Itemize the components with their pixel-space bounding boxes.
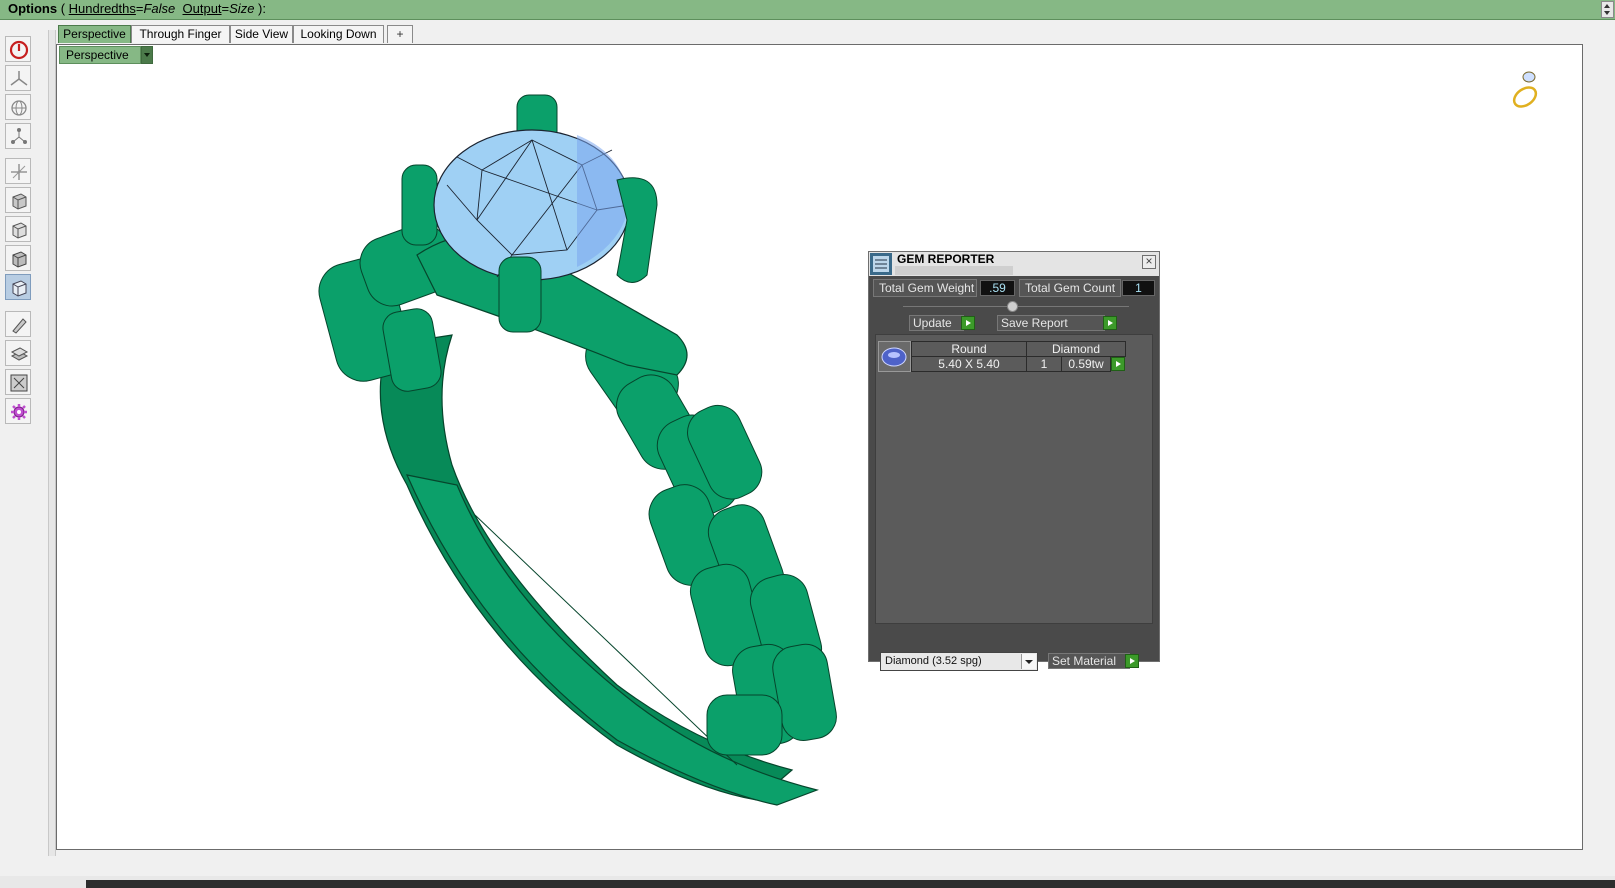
gem-reporter-panel: GEM REPORTER × Total Gem Weight .59 Tota… xyxy=(868,251,1160,671)
save-report-button[interactable]: Save Report xyxy=(997,315,1105,331)
command-name: Options xyxy=(8,1,58,16)
gear-plugin-button[interactable] xyxy=(5,398,31,424)
gem-size-cell: 5.40 X 5.40 xyxy=(911,356,1027,372)
frame-button[interactable] xyxy=(5,369,31,395)
status-bar-strip xyxy=(86,880,1615,888)
globe-icon xyxy=(11,100,27,116)
cube-render-button[interactable] xyxy=(5,245,31,271)
report-icon xyxy=(870,253,892,275)
splitter-knob[interactable] xyxy=(1007,301,1018,312)
command-bar[interactable]: Options ( Hundredths=False Output=Size )… xyxy=(0,0,1615,20)
set-material-go-button[interactable] xyxy=(1125,654,1139,668)
gem-material-cell: Diamond xyxy=(1026,341,1126,357)
layers-icon xyxy=(10,347,29,361)
move-axes-icon xyxy=(11,164,27,180)
viewport-dropdown[interactable] xyxy=(141,46,153,64)
chevron-down-icon xyxy=(1025,660,1033,664)
play-icon xyxy=(966,320,971,326)
gem-reporter-titlebar[interactable]: GEM REPORTER × xyxy=(869,252,1159,276)
ring-model[interactable] xyxy=(57,45,1582,849)
status-bar xyxy=(0,876,1615,888)
3d-viewport[interactable]: Perspective xyxy=(56,44,1583,850)
left-toolbar xyxy=(3,34,33,434)
gem-count-cell: 1 xyxy=(1026,356,1062,372)
cube-shaded-icon xyxy=(12,193,27,210)
prong-left xyxy=(401,164,438,246)
scroll-down-icon[interactable] xyxy=(1604,11,1610,15)
frame-icon xyxy=(10,374,28,392)
move-axes-button[interactable] xyxy=(5,158,31,184)
tab-side-view[interactable]: Side View xyxy=(230,25,293,43)
command-scroll-buttons[interactable] xyxy=(1601,1,1614,18)
toolbar-splitter[interactable] xyxy=(48,30,56,856)
material-dropdown-button[interactable] xyxy=(1021,654,1036,669)
gem-reporter-body: Total Gem Weight .59 Total Gem Count 1 U… xyxy=(869,276,1159,671)
material-select-value: Diamond (3.52 spg) xyxy=(885,655,982,667)
save-report-go-button[interactable] xyxy=(1103,316,1117,330)
cube-active-button[interactable] xyxy=(5,274,31,300)
tab-add-button[interactable]: + xyxy=(387,25,413,43)
plus-icon: + xyxy=(396,27,404,41)
prong-front xyxy=(498,256,542,333)
layers-button[interactable] xyxy=(5,340,31,366)
gem-shade xyxy=(577,135,629,267)
globe-button[interactable] xyxy=(5,94,31,120)
option-eq-2: = xyxy=(221,1,230,16)
total-weight-label: Total Gem Weight xyxy=(873,279,977,297)
total-weight-value: .59 xyxy=(980,280,1015,296)
gem-shape-cell: Round xyxy=(911,341,1027,357)
tab-through-finger[interactable]: Through Finger xyxy=(131,25,230,43)
option-hundredths[interactable]: Hundredths xyxy=(69,1,136,16)
round-gem-icon xyxy=(881,347,907,367)
option-output-value[interactable]: Size xyxy=(229,1,254,16)
command-paren-open: ( xyxy=(57,1,69,16)
cube-shaded-button[interactable] xyxy=(5,187,31,213)
nodes-button[interactable] xyxy=(5,123,31,149)
gem-reporter-title: GEM REPORTER xyxy=(897,252,995,266)
gem-list: Round Diamond 5.40 X 5.40 1 0.59tw xyxy=(875,334,1153,624)
cube-wire-button[interactable] xyxy=(5,216,31,242)
play-icon xyxy=(1108,320,1113,326)
total-count-label: Total Gem Count xyxy=(1019,279,1121,297)
nodes-icon xyxy=(11,128,27,144)
total-count-value: 1 xyxy=(1122,280,1155,296)
gem-weight-cell: 0.59tw xyxy=(1061,356,1111,372)
close-button[interactable]: × xyxy=(1142,255,1156,269)
gem-row-go-button[interactable] xyxy=(1111,357,1125,371)
play-icon xyxy=(1116,361,1121,367)
tab-looking-down[interactable]: Looking Down xyxy=(293,25,384,43)
play-icon xyxy=(1130,658,1135,664)
scroll-up-icon[interactable] xyxy=(1604,4,1610,8)
option-output[interactable]: Output xyxy=(183,1,222,16)
set-material-button[interactable]: Set Material xyxy=(1048,653,1130,669)
view-axes-icon xyxy=(10,71,28,86)
view-cube-ring-icon[interactable] xyxy=(1507,63,1557,111)
title-gradient xyxy=(895,266,1013,275)
viewport-label[interactable]: Perspective xyxy=(59,46,141,64)
tab-perspective[interactable]: Perspective xyxy=(58,25,131,43)
command-paren-close: ): xyxy=(254,1,266,16)
pen-tool-icon xyxy=(12,318,27,334)
power-button[interactable] xyxy=(5,36,31,62)
cube-wire-icon xyxy=(12,222,27,239)
power-icon xyxy=(9,40,29,60)
update-button[interactable]: Update xyxy=(909,315,964,331)
update-go-button[interactable] xyxy=(961,316,975,330)
round-gem-thumbnail[interactable] xyxy=(878,341,911,372)
view-axes-button[interactable] xyxy=(5,65,31,91)
chevron-down-icon xyxy=(144,53,150,57)
pen-tool-button[interactable] xyxy=(5,311,31,337)
gear-plugin-icon xyxy=(11,404,27,420)
option-hundredths-value[interactable]: False xyxy=(143,1,175,16)
cube-render-icon xyxy=(12,251,27,268)
cube-active-icon xyxy=(12,280,27,297)
material-select[interactable]: Diamond (3.52 spg) xyxy=(880,652,1038,671)
